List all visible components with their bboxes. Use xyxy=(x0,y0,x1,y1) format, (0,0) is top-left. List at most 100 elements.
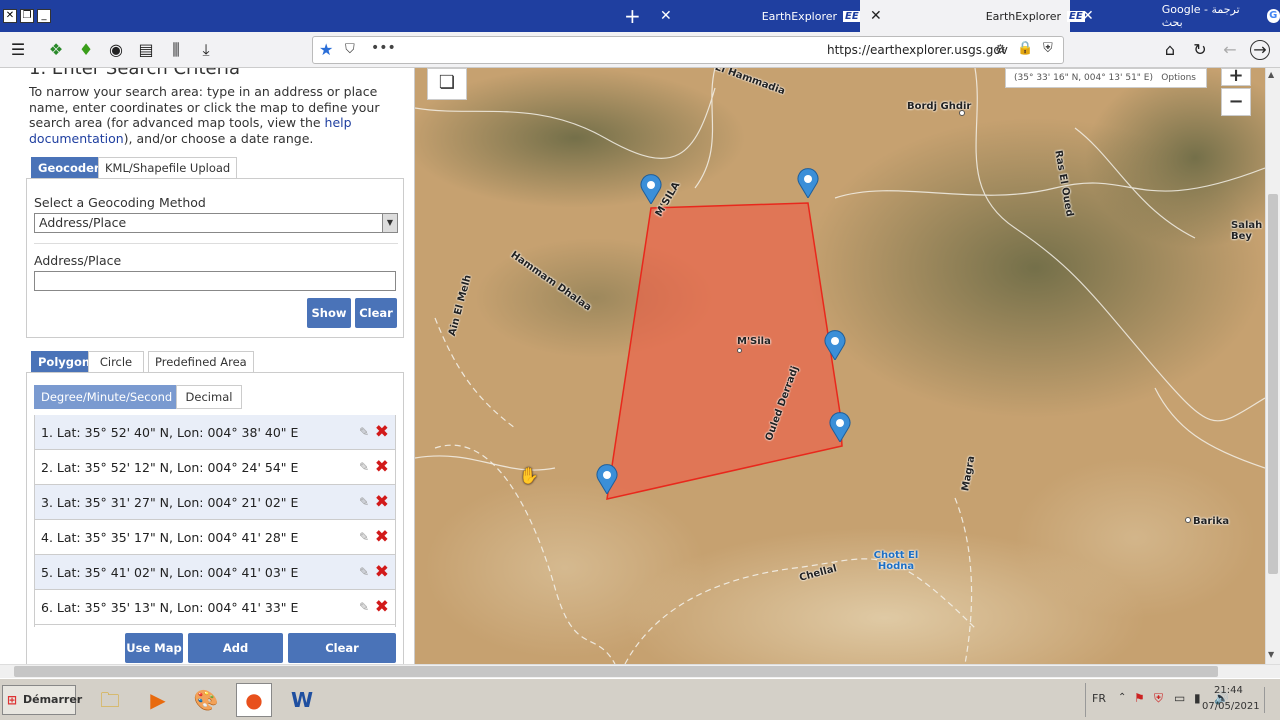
coordinate-readout: (35° 33' 16" N, 004° 13' 51" E) Options xyxy=(1005,68,1207,88)
tab-earthexplorer-2[interactable]: ✕ EarthExplorer EE xyxy=(860,0,1085,32)
coordinate-text: 1. Lat: 35° 52' 40" N, Lon: 004° 38' 40"… xyxy=(41,425,299,440)
scroll-thumb[interactable] xyxy=(14,666,1218,677)
reload-icon[interactable]: ↻ xyxy=(1190,40,1210,59)
map-marker-icon[interactable] xyxy=(824,330,846,361)
coordinate-row: 5. Lat: 35° 41' 02" N, Lon: 004° 41' 03"… xyxy=(35,555,395,590)
address-place-input[interactable] xyxy=(34,271,396,291)
close-window-icon[interactable]: ✕ xyxy=(3,9,17,23)
bookmark-star-icon[interactable]: ★ xyxy=(319,40,333,59)
clock-date[interactable]: 07/05/2021 xyxy=(1202,701,1260,712)
scroll-thumb[interactable] xyxy=(1268,194,1278,574)
options-link[interactable]: Options xyxy=(1161,69,1196,87)
new-tab-plus-icon[interactable]: + xyxy=(624,4,641,28)
horizontal-scrollbar[interactable] xyxy=(0,664,1280,678)
geocoding-method-label: Select a Geocoding Method xyxy=(34,195,206,210)
browser-nav-bar: ☰ ❖ ♦ ◉ ▤ ⫼ ⤓ ★ ⛉ ••• https://earthexplo… xyxy=(0,32,1280,68)
page-actions-icon[interactable]: ••• xyxy=(371,40,396,56)
edit-icon[interactable]: ✎ xyxy=(359,485,369,520)
tab-predefined-area[interactable]: Predefined Area xyxy=(148,351,254,373)
account-icon[interactable]: ◉ xyxy=(106,40,126,59)
close-tab-icon[interactable]: ✕ xyxy=(660,8,672,24)
chevron-up-icon[interactable]: ⌃ xyxy=(1118,692,1126,703)
delete-icon[interactable]: ✖ xyxy=(375,415,389,450)
pocket-icon[interactable]: ⛉ xyxy=(345,42,355,57)
scroll-up-icon[interactable]: ▲ xyxy=(1268,70,1274,79)
scroll-down-icon[interactable]: ▼ xyxy=(1268,650,1274,659)
tab-kml-shapefile-upload[interactable]: KML/Shapefile Upload xyxy=(98,157,238,179)
coordinate-text: 6. Lat: 35° 35' 13" N, Lon: 004° 41' 33"… xyxy=(41,600,299,615)
map-label: Salah Bey xyxy=(1231,220,1263,242)
map-marker-icon[interactable] xyxy=(596,464,618,495)
edit-icon[interactable]: ✎ xyxy=(359,415,369,450)
geocoder-box: Select a Geocoding Method Address/Place ▼… xyxy=(26,178,404,338)
tab-google-translate[interactable]: ✕ Google - ترجمة بحث G xyxy=(1072,0,1280,32)
delete-icon[interactable]: ✖ xyxy=(375,590,389,625)
tab-degree-minute-second[interactable]: Degree/Minute/Second xyxy=(34,385,176,409)
coordinate-text: 4. Lat: 35° 35' 17" N, Lon: 004° 41' 28"… xyxy=(41,530,299,545)
security-icon[interactable]: ⛨ xyxy=(1154,691,1163,706)
map-marker-icon[interactable] xyxy=(829,412,851,443)
tab-earthexplorer-1[interactable]: ✕ EarthExplorer EE xyxy=(650,0,861,32)
download-helper-icon[interactable]: ♦ xyxy=(76,40,96,59)
lock-icon[interactable]: 🔒 xyxy=(1017,41,1033,56)
firefox-icon[interactable]: ● xyxy=(236,683,272,717)
edit-icon[interactable]: ✎ xyxy=(359,450,369,485)
show-desktop-button[interactable] xyxy=(1264,687,1274,713)
layers-icon[interactable]: ❏ xyxy=(427,68,467,100)
coordinate-row: 3. Lat: 35° 31' 27" N, Lon: 004° 21' 02"… xyxy=(35,485,395,520)
word-icon[interactable]: W xyxy=(284,683,320,717)
permissions-icon[interactable]: ⚙ xyxy=(995,42,1006,56)
minimize-window-icon[interactable]: _ xyxy=(37,9,51,23)
signal-icon[interactable]: ▮ xyxy=(1194,691,1201,705)
library-icon[interactable]: ⫼ xyxy=(166,40,186,60)
map-view[interactable]: El Hammadia Bordj Ghdir M'SILA Ras El Ou… xyxy=(415,68,1265,664)
restore-window-icon[interactable]: ❐ xyxy=(20,9,34,23)
close-tab-icon[interactable]: ✕ xyxy=(870,8,882,24)
add-coordinate-button[interactable]: Add Coordinate xyxy=(188,633,283,663)
delete-icon[interactable]: ✖ xyxy=(375,450,389,485)
address-bar[interactable]: ★ ⛉ ••• https://earthexplorer.usgs.gov ⚙… xyxy=(312,36,1064,64)
tab-circle[interactable]: Circle xyxy=(88,351,144,373)
back-icon[interactable]: ← xyxy=(1220,40,1240,59)
home-icon[interactable]: ⌂ xyxy=(1160,40,1180,59)
extension-icon[interactable]: ❖ xyxy=(46,40,66,59)
use-map-button[interactable]: Use Map xyxy=(125,633,183,663)
map-marker-icon[interactable] xyxy=(640,174,662,205)
file-explorer-icon[interactable]: 🗀 xyxy=(92,683,128,717)
edit-icon[interactable]: ✎ xyxy=(359,590,369,625)
edit-icon[interactable]: ✎ xyxy=(359,555,369,590)
paint-icon[interactable]: 🎨 xyxy=(188,683,224,717)
url-text: https://earthexplorer.usgs.gov xyxy=(827,43,1008,57)
search-criteria-panel: 1. Enter Search Criteria To narrow your … xyxy=(0,68,415,664)
edit-icon[interactable]: ✎ xyxy=(359,520,369,555)
close-tab-icon[interactable]: ✕ xyxy=(1082,8,1094,24)
battery-icon[interactable]: ▭ xyxy=(1174,691,1185,705)
delete-icon[interactable]: ✖ xyxy=(375,485,389,520)
flag-icon[interactable]: ⚑ xyxy=(1134,691,1145,705)
media-player-icon[interactable]: ▶ xyxy=(140,683,176,717)
zoom-in-button[interactable]: + xyxy=(1221,68,1251,86)
hamburger-menu-icon[interactable]: ☰ xyxy=(8,40,28,59)
coordinate-row: 2. Lat: 35° 52' 12" N, Lon: 004° 24' 54"… xyxy=(35,450,395,485)
delete-icon[interactable]: ✖ xyxy=(375,520,389,555)
map-marker-icon[interactable] xyxy=(797,168,819,199)
geocoding-method-select[interactable]: Address/Place ▼ xyxy=(34,213,398,233)
tracking-shield-icon[interactable]: ⛨ xyxy=(1043,41,1053,56)
clear-coordinates-button[interactable]: Clear Coordinates xyxy=(288,633,396,663)
start-button[interactable]: ⊞ Démarrer xyxy=(2,685,82,715)
search-area-polygon[interactable] xyxy=(415,68,1265,664)
clear-button[interactable]: Clear xyxy=(355,298,397,328)
reader-view-icon[interactable]: ▤ xyxy=(136,40,156,59)
zoom-out-button[interactable]: − xyxy=(1221,88,1251,116)
vertical-scrollbar[interactable]: ▲ ▼ xyxy=(1265,68,1280,664)
show-button[interactable]: Show xyxy=(307,298,351,328)
download-icon[interactable]: ⤓ xyxy=(196,40,216,60)
language-indicator[interactable]: FR xyxy=(1092,692,1106,705)
clock-time[interactable]: 21:44 xyxy=(1214,685,1243,696)
tab-geocoder[interactable]: Geocoder xyxy=(31,157,107,179)
coordinate-text: 3. Lat: 35° 31' 27" N, Lon: 004° 21' 02"… xyxy=(41,495,299,510)
tab-label: EarthExplorer xyxy=(985,9,1062,23)
forward-icon[interactable]: → xyxy=(1250,40,1270,60)
delete-icon[interactable]: ✖ xyxy=(375,555,389,590)
tab-decimal[interactable]: Decimal xyxy=(176,385,242,409)
